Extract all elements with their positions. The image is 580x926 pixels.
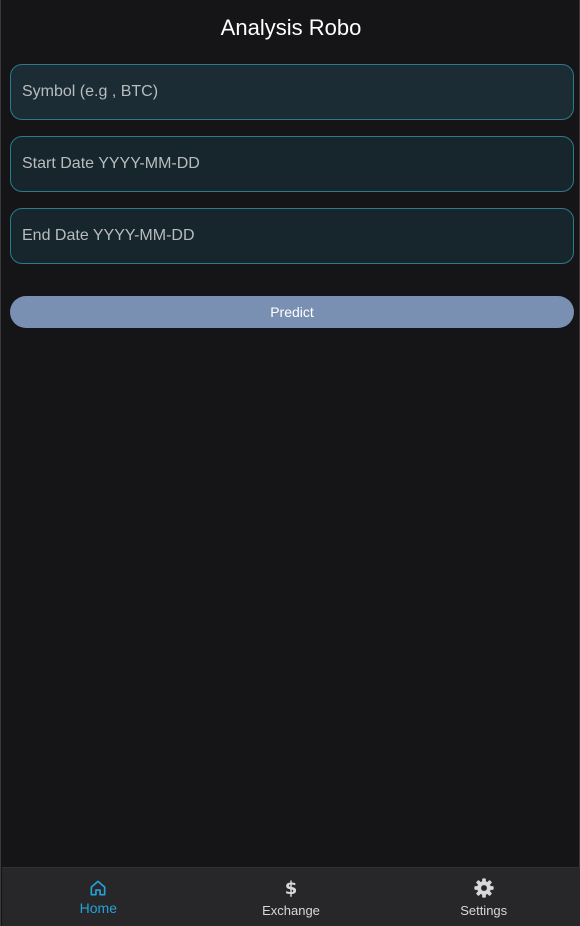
bottom-tab-bar: Home $ Exchange Settings	[2, 867, 580, 926]
start-date-field[interactable]	[10, 136, 574, 192]
tab-settings[interactable]: Settings	[387, 868, 580, 926]
start-date-input[interactable]	[11, 137, 573, 191]
tab-settings-label: Settings	[460, 903, 508, 918]
svg-text:$: $	[285, 878, 298, 899]
tab-exchange[interactable]: $ Exchange	[195, 868, 388, 926]
tab-home[interactable]: Home	[2, 868, 195, 926]
symbol-input[interactable]	[11, 65, 573, 119]
home-icon	[2, 877, 195, 899]
dollar-icon: $	[195, 877, 388, 899]
app-screen: Analysis Robo Predict Home $ Exchange	[0, 0, 580, 926]
gear-icon	[387, 877, 580, 899]
tab-exchange-label: Exchange	[262, 903, 320, 918]
page-title: Analysis Robo	[220, 15, 362, 40]
symbol-field[interactable]	[10, 64, 574, 120]
end-date-field[interactable]	[10, 208, 574, 264]
end-date-input[interactable]	[11, 209, 573, 263]
tab-home-label: Home	[79, 900, 118, 916]
predict-button[interactable]: Predict	[10, 296, 574, 328]
